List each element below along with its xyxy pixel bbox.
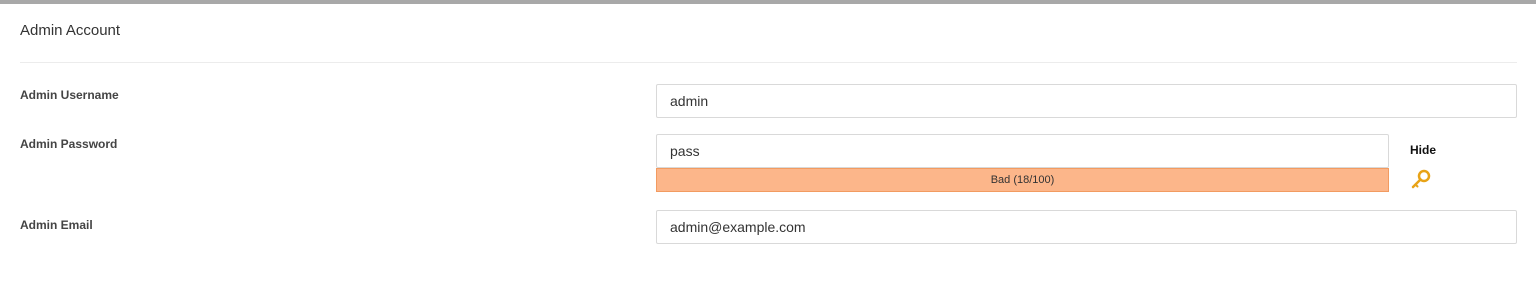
hide-password-link[interactable]: Hide (1410, 143, 1436, 157)
admin-password-input[interactable]: pass (656, 134, 1389, 168)
admin-username-input[interactable]: admin (656, 84, 1517, 118)
password-strength-meter: Bad (18/100) (656, 168, 1389, 192)
admin-email-label: Admin Email (20, 218, 93, 232)
admin-password-label: Admin Password (20, 137, 118, 151)
key-icon[interactable] (1410, 169, 1432, 191)
admin-username-label: Admin Username (20, 88, 119, 102)
section-title: Admin Account (20, 22, 121, 39)
top-border (0, 0, 1536, 4)
admin-email-input[interactable]: admin@example.com (656, 210, 1517, 244)
section-divider (20, 62, 1517, 63)
